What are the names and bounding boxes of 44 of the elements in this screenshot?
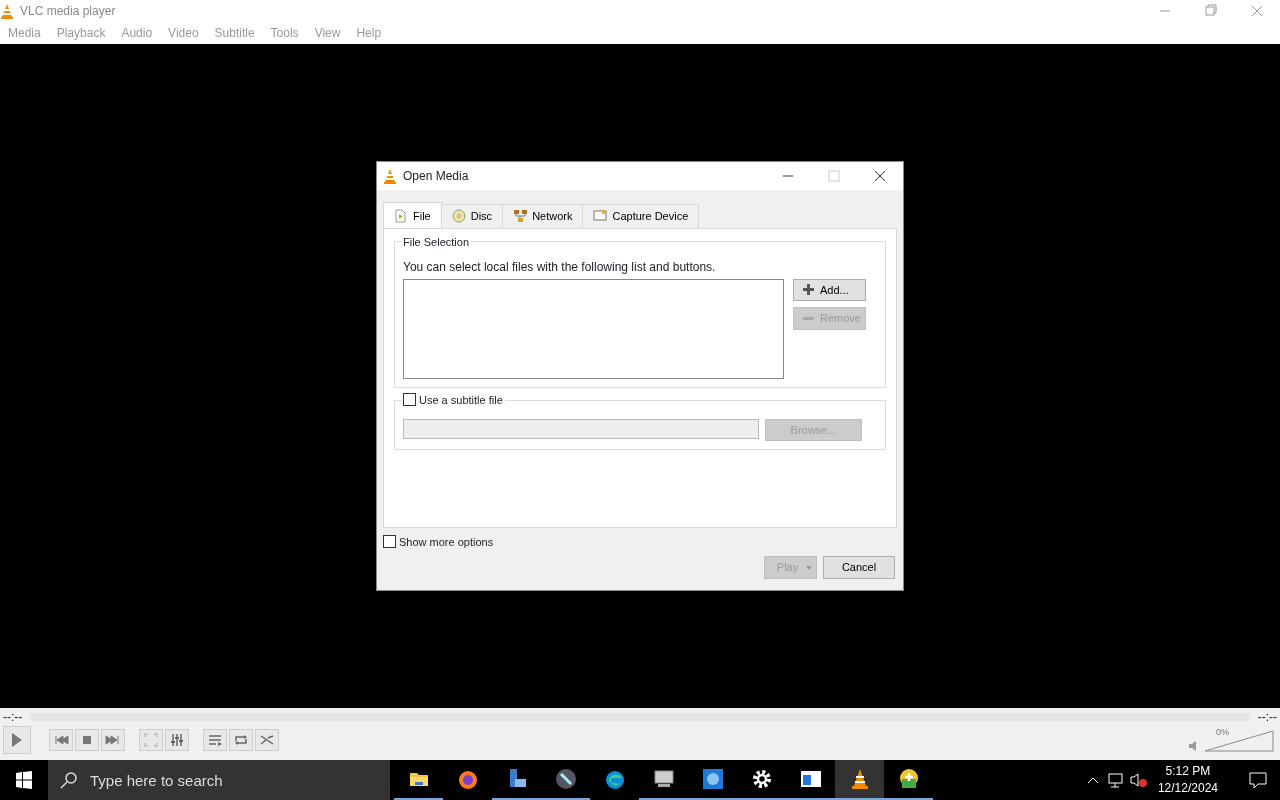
file-list[interactable] <box>403 278 784 379</box>
network-icon <box>513 209 528 224</box>
menu-item[interactable]: Media <box>0 24 49 42</box>
network-icon[interactable] <box>1105 772 1124 788</box>
subtitle-checkbox[interactable]: Use a subtitle file <box>401 391 505 408</box>
menu-item[interactable]: Audio <box>113 24 161 42</box>
disc-icon <box>451 209 466 224</box>
add-button[interactable]: Add... <box>793 278 866 301</box>
menu-item[interactable]: Subtitle <box>206 24 263 42</box>
cancel-button[interactable]: Cancel <box>823 556 895 579</box>
muted-speaker-icon[interactable] <box>1129 772 1148 788</box>
plus-icon <box>802 283 815 297</box>
menu-item[interactable]: Video <box>160 24 207 42</box>
remaining-time: --:-- <box>1257 709 1277 726</box>
stop-icon[interactable] <box>75 729 99 751</box>
hint-text: You can select local files with the following list and buttons. <box>403 258 717 276</box>
chevron-up-icon[interactable] <box>1085 775 1100 785</box>
menu-item[interactable]: Playback <box>48 24 114 42</box>
elapsed-time: --:-- <box>3 709 23 726</box>
play-icon[interactable] <box>3 726 31 754</box>
show-more-options-checkbox[interactable]: Show more options <box>383 533 897 550</box>
next-icon[interactable] <box>101 729 125 751</box>
playlist-icon[interactable] <box>203 729 227 751</box>
clock-date: 12/12/2024 <box>1157 780 1218 797</box>
equalizer-icon[interactable] <box>165 729 189 751</box>
shuffle-icon[interactable] <box>255 729 279 751</box>
tab[interactable]: File <box>383 202 442 228</box>
menu-item[interactable]: View <box>306 24 349 42</box>
speaker-icon[interactable] <box>1188 740 1198 752</box>
menu-item[interactable]: Tools <box>262 24 307 42</box>
vlc-cone-icon <box>383 168 397 184</box>
vlc-cone-icon[interactable] <box>835 760 884 800</box>
capture-icon <box>593 209 608 224</box>
loop-icon[interactable] <box>229 729 253 751</box>
clock[interactable]: 5:12 PM 12/12/2024 <box>1157 763 1218 797</box>
file-icon <box>394 209 408 224</box>
window-title: VLC media player <box>20 3 116 20</box>
tab[interactable]: Capture Device <box>582 204 700 228</box>
previous-icon[interactable] <box>49 729 73 751</box>
volume-slider[interactable]: 0% <box>1204 728 1274 752</box>
menu-item[interactable]: Help <box>348 24 390 42</box>
volume-reading: 0% <box>1216 726 1229 739</box>
dialog-title: Open Media <box>403 168 469 185</box>
clock-time: 5:12 PM <box>1165 763 1211 780</box>
